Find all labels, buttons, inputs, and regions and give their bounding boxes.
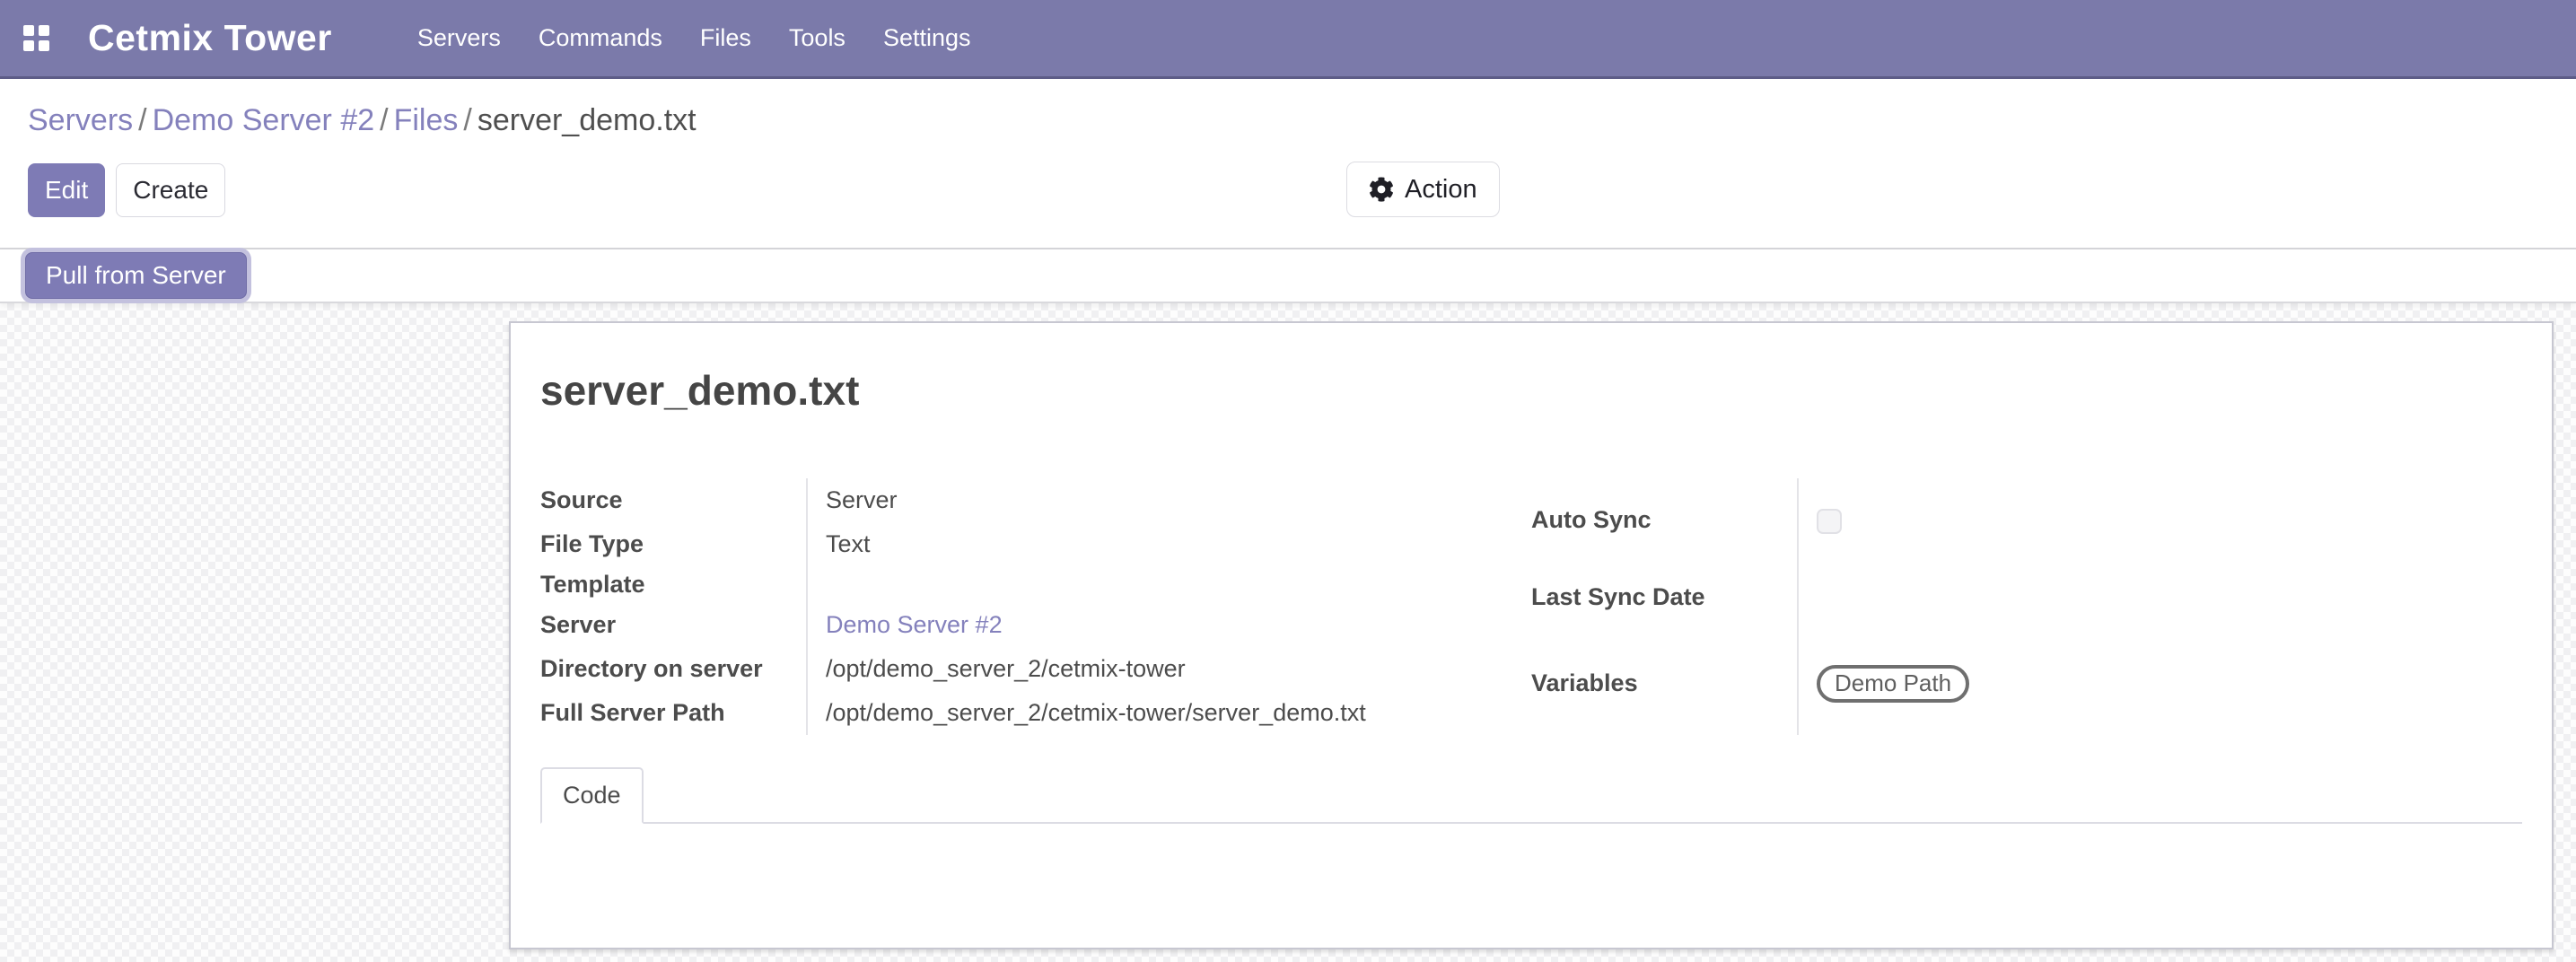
field-value-full-server-path: /opt/demo_server_2/cetmix-tower/server_d…	[826, 699, 1366, 726]
field-value-source: Server	[826, 486, 898, 513]
field-groups: SourceServerFile TypeTextTemplateServerD…	[540, 478, 2522, 735]
field-value-cell-auto-sync	[1798, 478, 2522, 562]
app-brand[interactable]: Cetmix Tower	[88, 17, 332, 59]
nav-menu-servers[interactable]: Servers	[399, 0, 520, 76]
navbar: Cetmix Tower ServersCommandsFilesToolsSe…	[0, 0, 2576, 79]
tab-code[interactable]: Code	[540, 767, 644, 824]
field-label-source: Source	[540, 478, 807, 522]
field-row-last-sync-date: Last Sync Date	[1531, 562, 2522, 632]
navbar-menus: ServersCommandsFilesToolsSettings	[399, 0, 990, 76]
nav-menu-settings[interactable]: Settings	[864, 0, 990, 76]
field-row-file-type: File Type Text	[540, 522, 1531, 566]
field-value-cell-template	[807, 566, 1531, 603]
field-label-auto-sync: Auto Sync	[1531, 478, 1798, 562]
nav-menu-commands[interactable]: Commands	[520, 0, 681, 76]
field-label-template: Template	[540, 566, 807, 603]
field-row-source: Source Server	[540, 478, 1531, 522]
pull-from-server-button[interactable]: Pull from Server	[25, 252, 247, 299]
breadcrumb-separator: /	[138, 103, 146, 137]
field-value-link-server[interactable]: Demo Server #2	[826, 611, 1003, 638]
statusbar: Pull from Server	[0, 249, 2576, 303]
breadcrumb-item-servers[interactable]: Servers	[28, 103, 133, 137]
tab-content-empty	[540, 824, 2522, 905]
create-button[interactable]: Create	[116, 163, 225, 217]
field-row-directory-on-server: Directory on server/opt/demo_server_2/ce…	[540, 647, 1531, 691]
breadcrumb-item-files[interactable]: Files	[394, 103, 459, 137]
field-value-cell-server: Demo Server #2	[807, 603, 1531, 647]
breadcrumb-item-demo-server-2[interactable]: Demo Server #2	[153, 103, 375, 137]
edit-button[interactable]: Edit	[28, 163, 105, 217]
apps-grid-square	[23, 25, 34, 36]
breadcrumb-separator: /	[463, 103, 471, 137]
field-value-directory-on-server: /opt/demo_server_2/cetmix-tower	[826, 655, 1186, 682]
field-label-last-sync-date: Last Sync Date	[1531, 562, 1798, 632]
field-label-file-type: File Type	[540, 522, 807, 566]
control-panel-buttons: Edit Create	[28, 163, 2548, 217]
field-group-left: SourceServerFile TypeTextTemplateServerD…	[540, 478, 1531, 735]
apps-grid-square	[39, 25, 49, 36]
field-row-server: Server Demo Server #2	[540, 603, 1531, 647]
nav-menu-files[interactable]: Files	[681, 0, 770, 76]
field-label-server: Server	[540, 603, 807, 647]
action-button-label: Action	[1405, 175, 1477, 205]
field-value-cell-variables: Demo Path	[1798, 633, 2522, 735]
variable-tag-demo-path: Demo Path	[1817, 665, 1969, 703]
breadcrumb: Servers/Demo Server #2/Files/server_demo…	[28, 102, 2548, 138]
apps-grid-square	[23, 40, 34, 51]
gear-icon	[1369, 177, 1394, 202]
field-row-full-server-path: Full Server Path/opt/demo_server_2/cetmi…	[540, 691, 1531, 735]
control-panel: Servers/Demo Server #2/Files/server_demo…	[0, 79, 2576, 249]
field-value-cell-last-sync-date	[1798, 562, 2522, 632]
content-background: server_demo.txt Source Server File Type Tex…	[0, 303, 2576, 962]
apps-grid-icon[interactable]	[23, 25, 50, 52]
field-row-auto-sync: Auto Sync	[1531, 478, 2522, 562]
breadcrumb-separator: /	[380, 103, 388, 137]
field-group-right: Auto SyncLast Sync DateVariables Demo Pat…	[1531, 478, 2522, 735]
field-value-cell-directory-on-server: /opt/demo_server_2/cetmix-tower	[807, 647, 1531, 691]
field-label-full-server-path: Full Server Path	[540, 691, 807, 735]
apps-grid-square	[39, 40, 49, 51]
breadcrumb-item-server-demo-txt: server_demo.txt	[478, 103, 697, 137]
form-title: server_demo.txt	[540, 366, 2522, 415]
action-button[interactable]: Action	[1346, 162, 1500, 217]
field-row-template: Template	[540, 566, 1531, 603]
form-sheet: server_demo.txt Source Server File Type Tex…	[509, 321, 2554, 949]
nav-menu-tools[interactable]: Tools	[770, 0, 864, 76]
field-label-variables: Variables	[1531, 633, 1798, 735]
field-value-cell-file-type: Text	[807, 522, 1531, 566]
auto-sync-checkbox[interactable]	[1817, 509, 1842, 534]
field-value-cell-full-server-path: /opt/demo_server_2/cetmix-tower/server_d…	[807, 691, 1531, 735]
field-value-cell-source: Server	[807, 478, 1531, 522]
field-value-file-type: Text	[826, 530, 871, 557]
notebook-tabs: Code	[540, 767, 2522, 824]
field-row-variables: Variables Demo Path	[1531, 633, 2522, 735]
field-label-directory-on-server: Directory on server	[540, 647, 807, 691]
